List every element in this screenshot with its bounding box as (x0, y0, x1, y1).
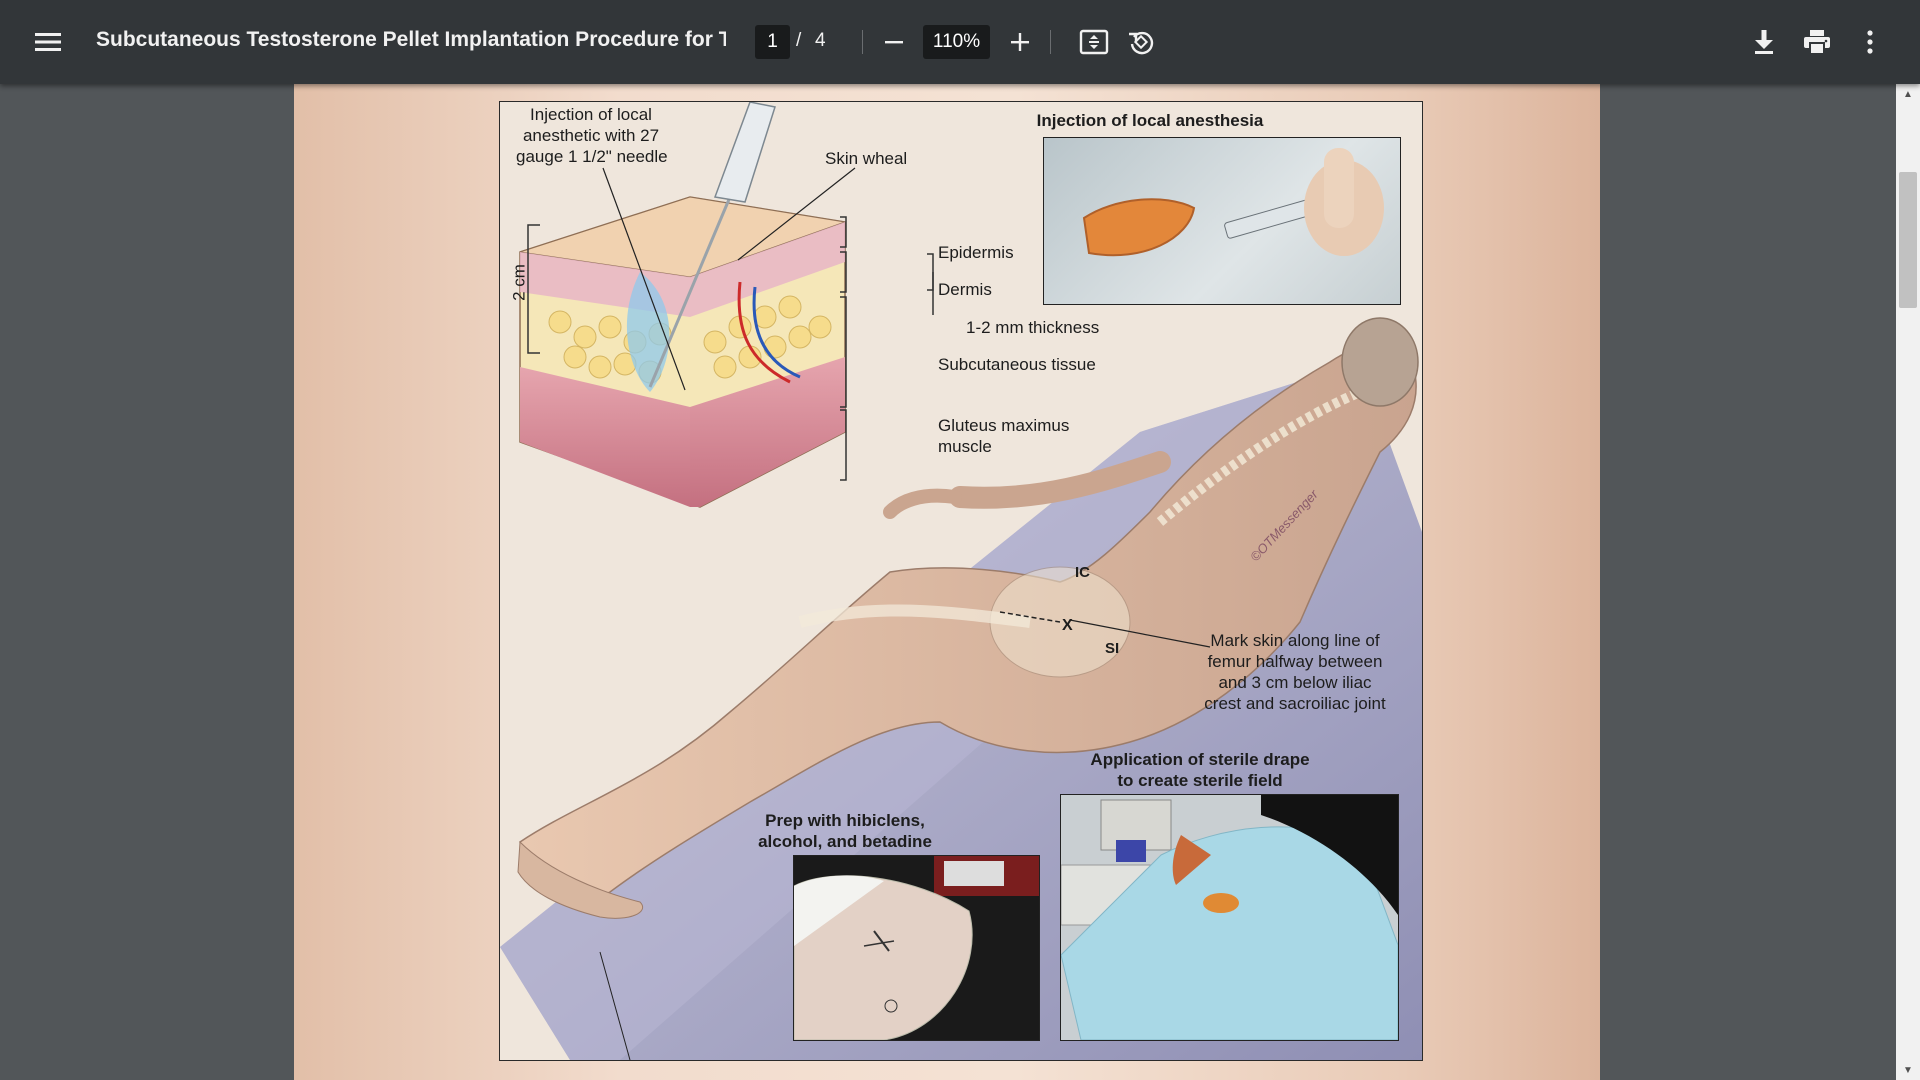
hamburger-menu-icon[interactable] (28, 22, 68, 62)
prep-title-line: Prep with hibiclens, (765, 811, 925, 830)
gluteus-label-line: Gluteus maximus (938, 416, 1070, 435)
needle-label-line: anesthetic with 27 (522, 126, 660, 145)
pdf-toolbar: Subcutaneous Testosterone Pellet Implant… (0, 0, 1920, 84)
scroll-down-arrow-icon[interactable]: ▼ (1896, 1060, 1920, 1080)
print-icon (1804, 30, 1830, 55)
drape-title-line: Application of sterile drape (1090, 750, 1310, 769)
dermis-label: Dermis (938, 280, 992, 299)
toolbar-divider (862, 30, 863, 54)
print-button[interactable] (1797, 22, 1837, 62)
document-title: Subcutaneous Testosterone Pellet Implant… (96, 28, 726, 51)
mark-skin-line: and 3 cm below iliac (1218, 673, 1372, 692)
prep-photo (793, 855, 1040, 1041)
epidermis-label: Epidermis (938, 243, 1014, 262)
zoom-in-button[interactable] (1002, 22, 1038, 62)
prep-title-line: alcohol, and betadine (758, 832, 932, 851)
drape-title-line: to create sterile field (1117, 771, 1283, 790)
minus-icon (885, 41, 903, 44)
x-mark-label: X (1062, 617, 1073, 634)
document-viewer[interactable]: Injection of local anesthetic with 27 ga… (0, 84, 1896, 1080)
download-button[interactable] (1744, 22, 1784, 62)
fit-to-page-icon (1079, 29, 1109, 55)
gluteus-label: Gluteus maximus muscle (938, 415, 1069, 457)
page-separator: / (796, 30, 802, 51)
iliac-crest-label: IC (1075, 564, 1090, 581)
more-options-button[interactable] (1852, 22, 1888, 62)
fit-to-page-button[interactable] (1074, 22, 1114, 62)
rotate-counterclockwise-icon (1129, 31, 1154, 55)
anesthesia-photo-title: Injection of local anesthesia (1036, 111, 1264, 130)
more-vertical-icon (1867, 30, 1873, 54)
zoom-out-button[interactable] (876, 22, 912, 62)
needle-label-line: gauge 1 1/2" needle (516, 147, 668, 166)
sacroiliac-label: SI (1105, 640, 1120, 657)
vertical-scrollbar[interactable]: ▲ ▼ (1896, 84, 1920, 1080)
skin-wheal-label: Skin wheal (825, 149, 908, 168)
drape-photo-title: Application of sterile drape to create s… (1085, 749, 1315, 791)
page-number-input[interactable]: 1 (755, 25, 790, 59)
page-total: 4 (815, 30, 826, 51)
thickness-label: 1-2 mm thickness (966, 318, 1100, 337)
scrollbar-thumb[interactable] (1899, 172, 1917, 308)
mark-skin-label: Mark skin along line of femur halfway be… (1190, 630, 1400, 714)
mark-skin-line: Mark skin along line of (1210, 631, 1380, 650)
two-cm-label: 2 cm (509, 264, 529, 301)
anesthesia-photo (1043, 137, 1401, 305)
procedure-illustration: Injection of local anesthetic with 27 ga… (499, 101, 1423, 1061)
drape-photo (1060, 794, 1399, 1041)
gluteus-label-line: muscle (938, 437, 992, 456)
zoom-level-input[interactable]: 110% (923, 25, 990, 59)
needle-label-line: Injection of local (530, 105, 652, 124)
scroll-up-arrow-icon[interactable]: ▲ (1896, 84, 1920, 104)
plus-icon (1011, 33, 1029, 51)
mark-skin-line: crest and sacroiliac joint (1204, 694, 1386, 713)
prep-photo-title: Prep with hibiclens, alcohol, and betadi… (745, 810, 945, 852)
subcutaneous-label: Subcutaneous tissue (938, 355, 1096, 374)
pdf-page: Injection of local anesthetic with 27 ga… (294, 84, 1600, 1080)
download-icon (1755, 30, 1773, 54)
toolbar-divider (1050, 30, 1051, 54)
mark-skin-line: femur halfway between (1207, 652, 1383, 671)
needle-label: Injection of local anesthetic with 27 ga… (516, 104, 668, 167)
rotate-button[interactable] (1121, 22, 1161, 62)
